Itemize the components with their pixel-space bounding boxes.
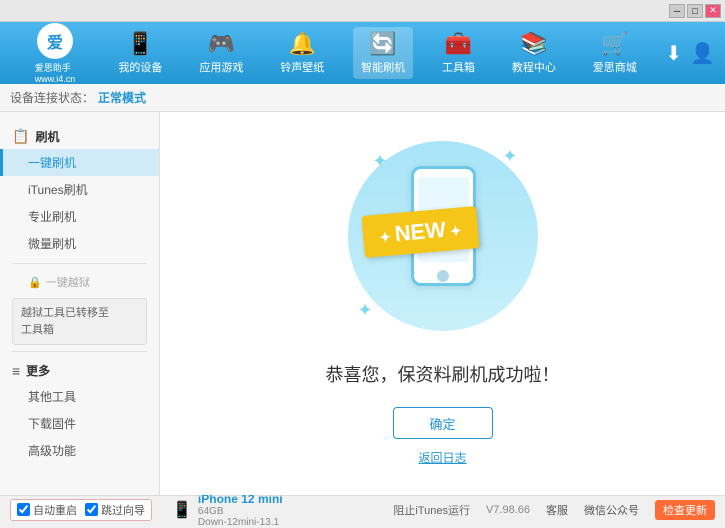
sidebar-jailbreak-note: 越狱工具已转移至工具箱 xyxy=(12,298,147,345)
customer-service-link[interactable]: 客服 xyxy=(546,502,568,518)
sparkle-3: ✦ xyxy=(358,300,373,321)
user-icon[interactable]: 👤 xyxy=(690,41,715,66)
sidebar-section-more: ≡ 更多 xyxy=(0,358,159,383)
skip-wizard-input[interactable] xyxy=(85,503,98,516)
smart-flash-icon: 🔄 xyxy=(369,31,396,57)
title-bar: ─ □ ✕ xyxy=(0,0,725,22)
itunes-notice[interactable]: 阻止iTunes运行 xyxy=(393,502,470,518)
logo-area: 爱 爱思助手 www.i4.cn xyxy=(10,23,100,84)
nav-right: ⬇ 👤 xyxy=(665,41,715,66)
sidebar-item-advanced[interactable]: 高级功能 xyxy=(0,437,159,464)
tutorial-icon: 📚 xyxy=(520,31,547,57)
bottom-bar: 自动重启 跳过向导 📱 iPhone 12 mini 64GB Down-12m… xyxy=(0,495,725,523)
nav-items: 📱 我的设备 🎮 应用游戏 🔔 铃声壁纸 🔄 智能刷机 🧰 工具箱 📚 教程中心… xyxy=(100,27,655,79)
device-info: iPhone 12 mini 64GB Down-12mini-13.1 xyxy=(198,492,283,528)
title-bar-controls: ─ □ ✕ xyxy=(669,4,721,18)
top-nav: 爱 爱思助手 www.i4.cn 📱 我的设备 🎮 应用游戏 🔔 铃声壁纸 🔄 … xyxy=(0,22,725,84)
sparkle-1: ✦ xyxy=(373,151,388,172)
toolbox-icon: 🧰 xyxy=(445,31,472,57)
checkboxes-container: 自动重启 跳过向导 xyxy=(10,499,152,521)
phone-illustration: ✦ ✦ ✦ NEW xyxy=(343,141,543,341)
minimize-button[interactable]: ─ xyxy=(669,4,685,18)
auto-start-checkbox[interactable]: 自动重启 xyxy=(17,502,77,518)
nav-item-smart-flash[interactable]: 🔄 智能刷机 xyxy=(353,27,413,79)
nav-item-tutorial[interactable]: 📚 教程中心 xyxy=(504,27,564,79)
nav-item-toolbox[interactable]: 🧰 工具箱 xyxy=(434,27,483,79)
version-label: V7.98.66 xyxy=(486,504,530,516)
ringtones-icon: 🔔 xyxy=(289,31,316,57)
device-section: 📱 iPhone 12 mini 64GB Down-12mini-13.1 xyxy=(172,492,283,528)
sidebar-item-one-key-flash[interactable]: 一键刷机 xyxy=(0,149,159,176)
back-home-link[interactable]: 返回日志 xyxy=(418,449,466,466)
logo-icon: 爱 xyxy=(37,23,73,59)
device-model: Down-12mini-13.1 xyxy=(198,517,283,528)
status-bar: 设备连接状态： 正常模式 xyxy=(0,84,725,112)
confirm-button[interactable]: 确定 xyxy=(393,407,493,439)
nav-item-ringtones[interactable]: 🔔 铃声壁纸 xyxy=(272,27,332,79)
sidebar-item-download-firmware[interactable]: 下载固件 xyxy=(0,410,159,437)
apps-games-icon: 🎮 xyxy=(208,31,235,57)
sidebar-section-flash: 📋 刷机 xyxy=(0,124,159,149)
bottom-left: 自动重启 跳过向导 📱 iPhone 12 mini 64GB Down-12m… xyxy=(10,492,393,528)
bottom-right: 阻止iTunes运行 V7.98.66 客服 微信公众号 检查更新 xyxy=(393,500,715,520)
sidebar-item-itunes-flash[interactable]: iTunes刷机 xyxy=(0,176,159,203)
divider-1 xyxy=(12,263,147,264)
check-update-button[interactable]: 检查更新 xyxy=(655,500,715,520)
content-area: ✦ ✦ ✦ NEW 恭喜您，保资料刷机成功啦！ 确定 返回日志 xyxy=(160,112,725,495)
sidebar-item-other-tools[interactable]: 其他工具 xyxy=(0,383,159,410)
download-icon[interactable]: ⬇ xyxy=(665,41,682,66)
device-phone-icon: 📱 xyxy=(172,500,192,520)
main-layout: 📋 刷机 一键刷机 iTunes刷机 专业刷机 微量刷机 🔒 一键越狱 越狱工具… xyxy=(0,112,725,495)
nav-item-shop[interactable]: 🛒 爱思商城 xyxy=(585,27,645,79)
skip-wizard-checkbox[interactable]: 跳过向导 xyxy=(85,502,145,518)
phone-home-button xyxy=(437,270,449,282)
maximize-button[interactable]: □ xyxy=(687,4,703,18)
status-label: 设备连接状态： xyxy=(10,89,94,106)
wechat-link[interactable]: 微信公众号 xyxy=(584,502,639,518)
lock-icon: 🔒 xyxy=(28,276,42,289)
nav-item-my-device[interactable]: 📱 我的设备 xyxy=(110,27,170,79)
sidebar-item-pro-flash[interactable]: 专业刷机 xyxy=(0,203,159,230)
sidebar-jailbreak-disabled: 🔒 一键越狱 xyxy=(0,270,159,294)
divider-2 xyxy=(12,351,147,352)
sidebar: 📋 刷机 一键刷机 iTunes刷机 专业刷机 微量刷机 🔒 一键越狱 越狱工具… xyxy=(0,112,160,495)
more-section-icon: ≡ xyxy=(12,363,20,379)
sparkle-2: ✦ xyxy=(502,146,517,167)
my-device-icon: 📱 xyxy=(127,31,154,57)
sidebar-item-micro-flash[interactable]: 微量刷机 xyxy=(0,230,159,257)
status-value: 正常模式 xyxy=(98,89,146,106)
close-button[interactable]: ✕ xyxy=(705,4,721,18)
auto-start-input[interactable] xyxy=(17,503,30,516)
logo-subtitle: 爱思助手 www.i4.cn xyxy=(35,61,76,84)
success-text: 恭喜您，保资料刷机成功啦！ xyxy=(326,361,560,387)
flash-section-icon: 📋 xyxy=(12,128,29,145)
device-capacity: 64GB xyxy=(198,506,283,517)
shop-icon: 🛒 xyxy=(601,31,628,57)
nav-item-apps-games[interactable]: 🎮 应用游戏 xyxy=(191,27,251,79)
